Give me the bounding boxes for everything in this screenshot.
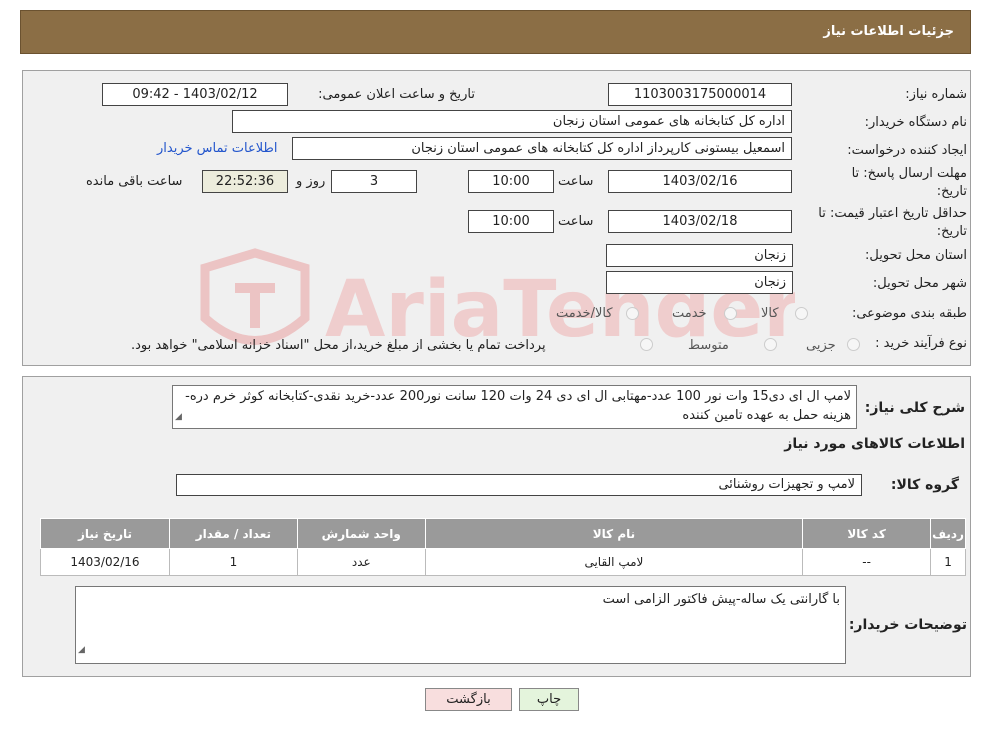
deadline-label: مهلت ارسال پاسخ: تا bbox=[851, 166, 967, 181]
summary-label: شرح کلی نیاز: bbox=[864, 400, 965, 416]
goods-group-field: لامپ و تجهیزات روشنائی bbox=[176, 474, 862, 496]
cell-need-date: 1403/02/16 bbox=[40, 548, 170, 576]
resize-grip-icon[interactable]: ◢ bbox=[175, 408, 182, 427]
creator-label: ایجاد کننده درخواست: bbox=[847, 143, 967, 158]
days-remaining-field: 3 bbox=[331, 170, 417, 193]
validity-date-field: 1403/02/18 bbox=[608, 210, 792, 233]
category-radio-goods-service[interactable] bbox=[626, 307, 639, 320]
buyer-notes-text: با گارانتی یک ساله-پیش فاکتور الزامی است bbox=[602, 592, 840, 607]
days-label: روز و bbox=[296, 174, 326, 189]
table-row: 1 -- لامپ القایی عدد 1 1403/02/16 bbox=[40, 548, 966, 576]
city-label: شهر محل تحویل: bbox=[872, 276, 967, 291]
purchase-radio-treasury[interactable] bbox=[640, 338, 653, 351]
deadline-date-field: 1403/02/16 bbox=[608, 170, 792, 193]
col-need-date: تاریخ نیاز bbox=[40, 518, 170, 549]
category-goods-service-label: کالا/خدمت bbox=[556, 306, 613, 321]
validity-time-field: 10:00 bbox=[468, 210, 554, 233]
summary-text: لامپ ال ای دی15 وات نور 100 عدد-مهتابی ا… bbox=[185, 389, 851, 423]
back-button[interactable]: بازگشت bbox=[425, 688, 512, 711]
page-title: جزئیات اطلاعات نیاز bbox=[823, 24, 954, 39]
category-goods-label: کالا bbox=[761, 306, 779, 321]
buyer-org-label: نام دستگاه خریدار: bbox=[864, 115, 967, 130]
announce-datetime-field: 1403/02/12 - 09:42 bbox=[102, 83, 288, 106]
goods-table-header: ردیف کد کالا نام کالا واحد شمارش تعداد /… bbox=[40, 518, 966, 549]
creator-field: اسمعیل بیستونی کارپرداز اداره کل کتابخان… bbox=[292, 137, 792, 160]
buyer-org-field: اداره کل کتابخانه های عمومی استان زنجان bbox=[232, 110, 792, 133]
purchase-minor-label: جزیی bbox=[806, 338, 836, 353]
goods-group-label: گروه کالا: bbox=[890, 477, 959, 493]
col-code: کد کالا bbox=[802, 518, 932, 549]
page-header: جزئیات اطلاعات نیاز bbox=[20, 10, 971, 54]
price-validity-label: حداقل تاریخ اعتبار قیمت: تا bbox=[818, 206, 967, 221]
announce-datetime-label: تاریخ و ساعت اعلان عمومی: bbox=[318, 87, 475, 102]
city-field: زنجان bbox=[606, 271, 793, 294]
category-service-label: خدمت bbox=[672, 306, 707, 321]
col-row: ردیف bbox=[930, 518, 966, 549]
price-validity-label-date: تاریخ: bbox=[936, 224, 967, 239]
purchase-type-label: نوع فرآیند خرید : bbox=[875, 336, 967, 351]
need-number-field: 1103003175000014 bbox=[608, 83, 792, 106]
purchase-treasury-note: پرداخت تمام یا بخشی از مبلغ خرید،از محل … bbox=[131, 338, 546, 353]
col-name: نام کالا bbox=[424, 518, 804, 549]
col-quantity: تعداد / مقدار bbox=[168, 518, 298, 549]
buyer-notes-textarea[interactable]: با گارانتی یک ساله-پیش فاکتور الزامی است… bbox=[75, 586, 846, 664]
cell-unit: عدد bbox=[296, 548, 426, 576]
buyer-contact-link[interactable]: اطلاعات تماس خریدار bbox=[157, 141, 277, 156]
purchase-medium-label: متوسط bbox=[688, 338, 729, 353]
deadline-time-field: 10:00 bbox=[468, 170, 554, 193]
purchase-radio-medium[interactable] bbox=[764, 338, 777, 351]
purchase-radio-minor[interactable] bbox=[847, 338, 860, 351]
summary-textarea[interactable]: لامپ ال ای دی15 وات نور 100 عدد-مهتابی ا… bbox=[172, 385, 857, 429]
province-field: زنجان bbox=[606, 244, 793, 267]
deadline-label-date: تاریخ: bbox=[936, 184, 967, 199]
cell-code: -- bbox=[802, 548, 932, 576]
buyer-notes-label: توضیحات خریدار: bbox=[848, 617, 967, 633]
cell-name: لامپ القایی bbox=[424, 548, 804, 576]
category-radio-goods[interactable] bbox=[795, 307, 808, 320]
time-remaining-field: 22:52:36 bbox=[202, 170, 288, 193]
category-radio-service[interactable] bbox=[724, 307, 737, 320]
province-label: استان محل تحویل: bbox=[865, 248, 967, 263]
print-button[interactable]: چاپ bbox=[519, 688, 579, 711]
need-number-label: شماره نیاز: bbox=[905, 87, 967, 102]
resize-grip-icon[interactable]: ◢ bbox=[78, 638, 85, 662]
cell-row: 1 bbox=[930, 548, 966, 576]
deadline-time-label: ساعت bbox=[558, 174, 594, 189]
time-remaining-label: ساعت باقی مانده bbox=[86, 174, 183, 189]
goods-info-title: اطلاعات کالاهای مورد نیاز bbox=[784, 436, 965, 452]
category-label: طبقه بندی موضوعی: bbox=[851, 306, 967, 321]
col-unit: واحد شمارش bbox=[296, 518, 426, 549]
cell-quantity: 1 bbox=[168, 548, 298, 576]
goods-table: ردیف کد کالا نام کالا واحد شمارش تعداد /… bbox=[40, 518, 966, 576]
validity-time-label: ساعت bbox=[558, 214, 594, 229]
